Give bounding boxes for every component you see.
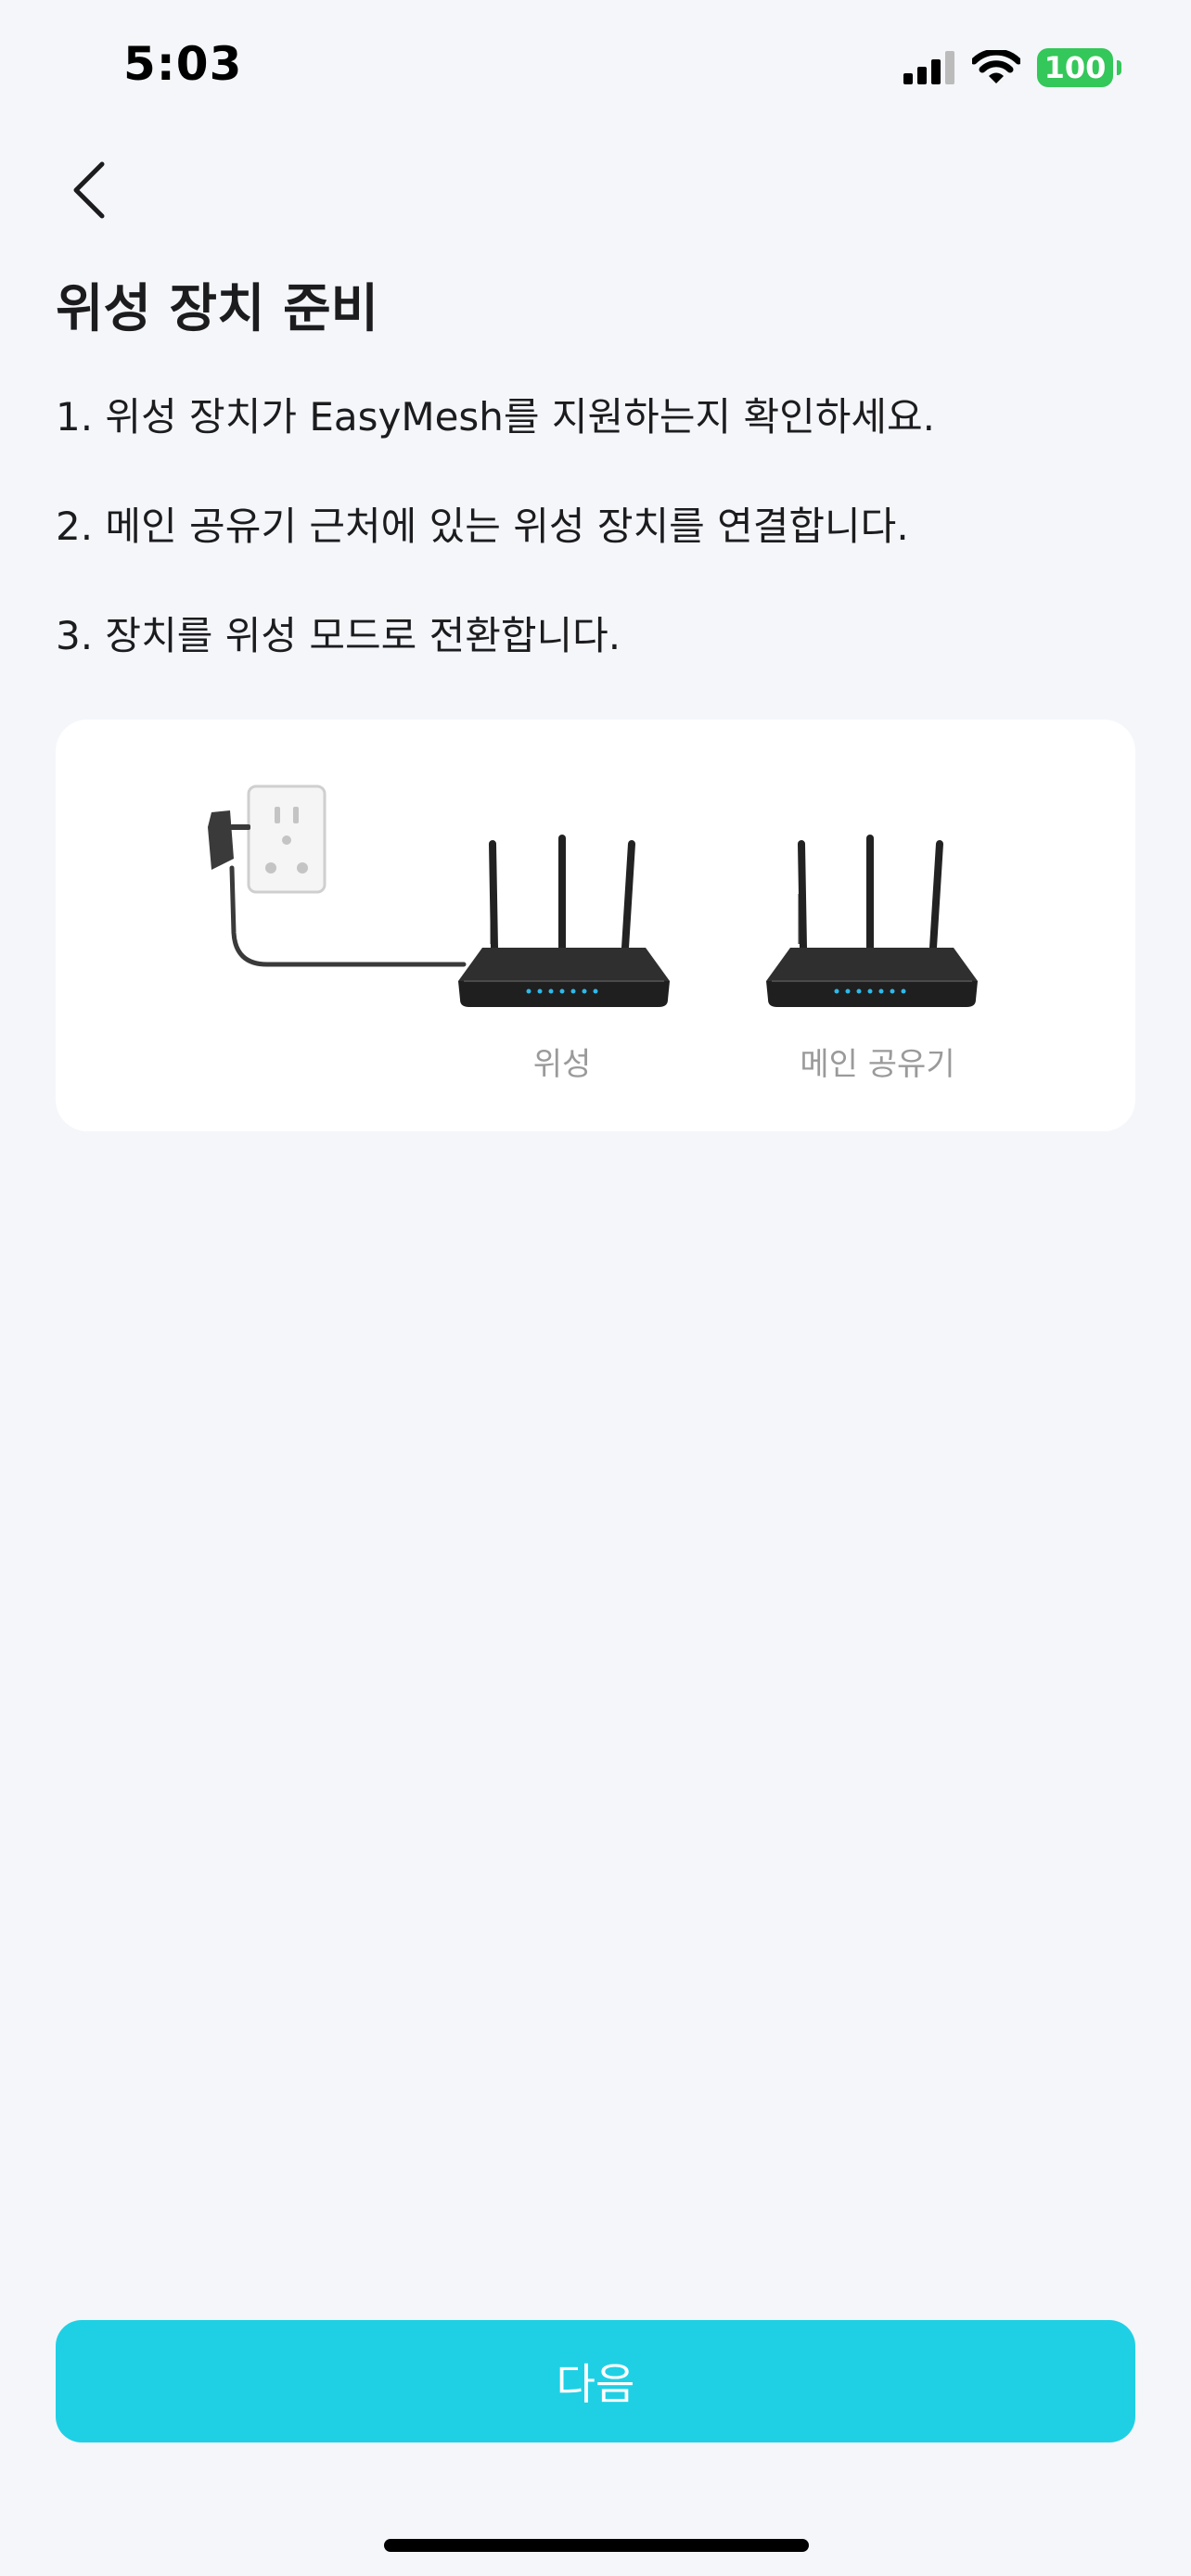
main-router-label: 메인 공유기	[800, 1046, 955, 1083]
home-indicator	[384, 2539, 809, 2552]
step-1: 1. 위성 장치가 EasyMesh를 지원하는지 확인하세요.	[56, 394, 936, 440]
battery-nub	[1117, 60, 1121, 75]
power-adapter-icon	[208, 810, 467, 967]
next-button-label: 다음	[556, 2359, 635, 2409]
status-time: 5:03	[123, 37, 243, 91]
status-icons: 100	[903, 46, 1121, 89]
back-button[interactable]	[52, 148, 126, 232]
battery-level: 100	[1044, 50, 1107, 85]
step-2: 2. 메인 공유기 근처에 있는 위성 장치를 연결합니다.	[56, 504, 909, 549]
battery-icon: 100	[1037, 48, 1121, 87]
setup-illustration	[208, 784, 978, 1007]
main-router-icon	[766, 835, 978, 1007]
page-title: 위성 장치 준비	[56, 279, 379, 339]
instruction-steps: 1. 위성 장치가 EasyMesh를 지원하는지 확인하세요. 2. 메인 공…	[56, 389, 935, 718]
power-outlet-icon	[247, 784, 327, 894]
illustration-card: 위성 메인 공유기	[56, 720, 1135, 1131]
wifi-icon	[972, 50, 1020, 83]
status-bar: 5:03 100	[0, 0, 1191, 130]
satellite-router-icon	[458, 835, 670, 1007]
step-3: 3. 장치를 위성 모드로 전환합니다.	[56, 613, 621, 658]
cellular-signal-icon	[903, 51, 954, 84]
satellite-label: 위성	[532, 1046, 592, 1083]
next-button[interactable]: 다음	[56, 2320, 1135, 2442]
chevron-left-icon	[73, 161, 105, 219]
